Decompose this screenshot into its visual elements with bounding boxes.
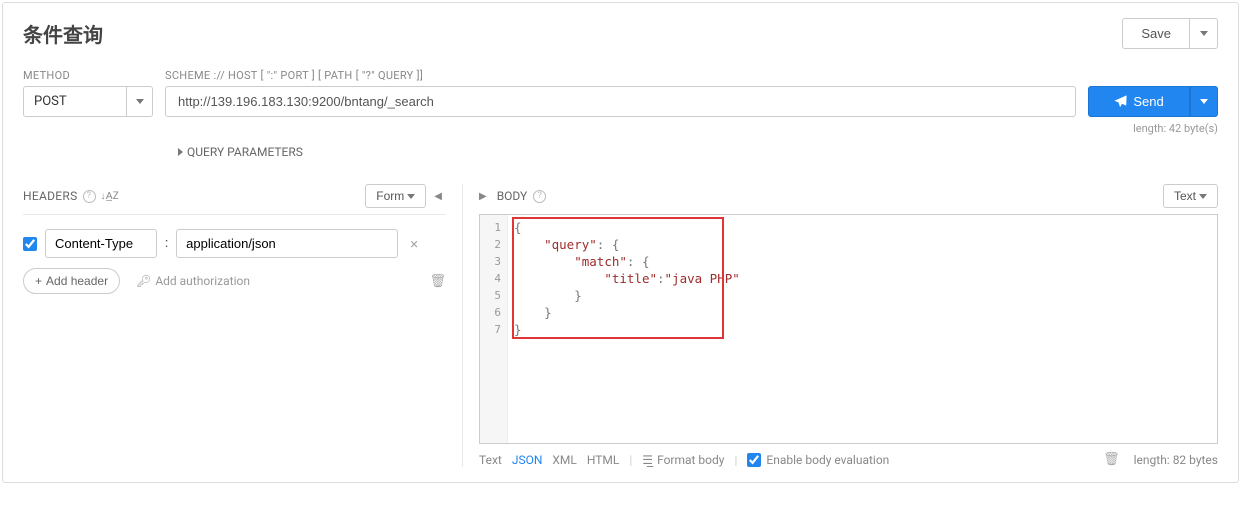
url-length-info: length: 42 byte(s) — [23, 122, 1218, 135]
caret-down-icon — [407, 194, 415, 199]
url-label: SCHEME :// HOST [ ":" PORT ] [ PATH [ "?… — [165, 69, 1076, 82]
query-parameters-label: QUERY PARAMETERS — [187, 145, 303, 159]
help-icon[interactable]: ? — [533, 190, 546, 203]
save-group: Save — [1122, 18, 1218, 49]
send-dropdown[interactable] — [1190, 86, 1218, 117]
save-button[interactable]: Save — [1122, 18, 1190, 49]
url-input[interactable] — [165, 86, 1076, 117]
headers-panel: HEADERS ? ↓A̲Z Form ◀ : × — [23, 184, 463, 467]
colon: : — [165, 236, 168, 251]
send-icon — [1114, 95, 1127, 108]
body-length-info: length: 82 bytes — [1134, 453, 1218, 467]
format-body-button[interactable]: ☰̲ Format body — [642, 453, 724, 467]
body-editor[interactable]: 1 2 3 4 5 6 7 { "query": { "match": { "t… — [479, 214, 1218, 444]
caret-down-icon — [1200, 31, 1208, 36]
headers-title: HEADERS — [23, 189, 78, 203]
caret-down-icon — [136, 99, 144, 104]
sort-icon[interactable]: ↓A̲Z — [101, 191, 120, 202]
header-enabled-checkbox[interactable] — [23, 237, 37, 251]
mode-text[interactable]: Text — [479, 453, 502, 467]
caret-down-icon — [1200, 99, 1208, 104]
add-header-label: Add header — [46, 274, 108, 288]
caret-down-icon — [1199, 194, 1207, 199]
method-select[interactable]: POST — [23, 86, 127, 117]
add-auth-button[interactable]: 🔑︎ Add authorization — [136, 274, 250, 288]
help-icon[interactable]: ? — [83, 190, 96, 203]
code-content[interactable]: { "query": { "match": { "title":"java PH… — [508, 215, 746, 443]
mode-html[interactable]: HTML — [587, 453, 620, 467]
remove-header-icon[interactable]: × — [406, 235, 422, 253]
plus-icon: + — [35, 274, 42, 288]
collapse-left-icon[interactable]: ◀ — [434, 191, 442, 202]
line-gutter: 1 2 3 4 5 6 7 — [480, 215, 508, 443]
key-icon: 🔑︎ — [136, 274, 151, 288]
body-view-toggle[interactable]: Text — [1163, 184, 1218, 208]
format-icon: ☰̲ — [642, 453, 653, 467]
separator: | — [629, 453, 632, 467]
send-button[interactable]: Send — [1088, 86, 1190, 117]
chevron-right-icon — [178, 148, 183, 156]
header-name-input[interactable] — [45, 229, 157, 258]
save-dropdown[interactable] — [1190, 18, 1218, 49]
method-label: METHOD — [23, 69, 153, 82]
header-value-input[interactable] — [176, 229, 398, 258]
body-panel: ▶ BODY ? Text 1 2 3 4 5 6 7 — [479, 184, 1218, 467]
body-eval-checkbox[interactable] — [747, 453, 761, 467]
request-panel: 条件查询 Save METHOD POST SCHEME :// HOST [ … — [2, 2, 1239, 483]
trash-icon[interactable]: 🗑︎ — [1103, 452, 1120, 467]
send-label: Send — [1133, 94, 1163, 109]
headers-view-toggle[interactable]: Form — [365, 184, 426, 208]
page-title: 条件查询 — [23, 19, 103, 48]
mode-json[interactable]: JSON — [512, 453, 543, 467]
header-row: : × — [23, 229, 446, 258]
mode-xml[interactable]: XML — [552, 453, 576, 467]
trash-icon[interactable]: 🗑︎ — [429, 274, 446, 289]
add-header-button[interactable]: + Add header — [23, 268, 120, 294]
separator: | — [734, 453, 737, 467]
method-dropdown[interactable] — [127, 86, 153, 117]
add-auth-label: Add authorization — [155, 274, 250, 288]
body-title: BODY — [497, 189, 528, 203]
collapse-right-icon[interactable]: ▶ — [479, 191, 487, 202]
enable-body-eval[interactable]: Enable body evaluation — [747, 453, 889, 467]
query-parameters-toggle[interactable]: QUERY PARAMETERS — [178, 145, 1218, 159]
